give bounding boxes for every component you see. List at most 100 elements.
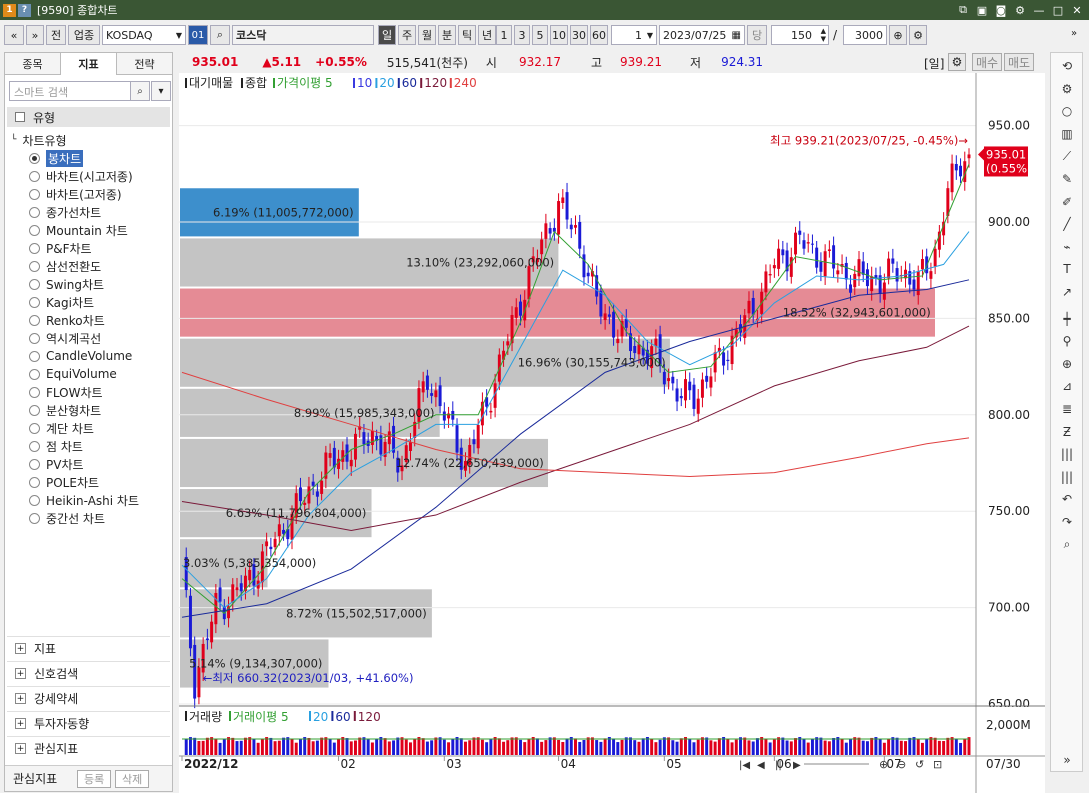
chart-type-11[interactable]: CandleVolume [29, 347, 132, 365]
legend-item-0[interactable]: 대기매물 [189, 76, 233, 90]
chart-type-19[interactable]: Heikin-Ashi 차트 [29, 491, 139, 509]
circle-icon[interactable]: ○ [1056, 102, 1078, 120]
interval-button-10[interactable]: 10 [550, 25, 568, 45]
category-button[interactable]: 업종 [68, 25, 100, 45]
maximize-icon[interactable]: □ [1050, 2, 1066, 18]
price-chart[interactable]: 대기매물 종합 가격이평 5 10 20 60 120 240 5.14% (9,134,307… [179, 73, 1045, 793]
chart-type-10[interactable]: 역시계곡선 [29, 329, 101, 347]
smart-search-input[interactable]: 스마트 검색 [9, 81, 131, 101]
chevron-down-icon[interactable]: ▾ [151, 81, 171, 101]
stock-name-field[interactable]: 코스닥 [232, 25, 374, 45]
gear-icon[interactable]: ⚙ [909, 25, 927, 45]
pen-icon[interactable]: ✎ [1056, 170, 1078, 188]
zoom-icon[interactable]: ⚲ [1056, 332, 1078, 350]
period-button-4[interactable]: 틱 [458, 25, 476, 45]
volume-legend-item-2[interactable]: 20 [313, 710, 328, 724]
footer-group-2[interactable]: + 강세약세 [7, 686, 170, 710]
help-icon[interactable]: ? [18, 3, 31, 17]
fibonacci-icon[interactable]: ≣ [1056, 400, 1078, 418]
prev-button[interactable]: 전 [46, 25, 66, 45]
volume-legend-item-3[interactable]: 60 [335, 710, 350, 724]
reset-icon[interactable]: ↺ [915, 758, 924, 771]
search-icon[interactable]: ⌕ [130, 81, 150, 101]
zoom-out-icon[interactable]: ⊖ [897, 758, 906, 771]
chart-type-14[interactable]: 분산형차트 [29, 401, 101, 419]
interval-button-30[interactable]: 30 [570, 25, 588, 45]
chart-type-18[interactable]: POLE차트 [29, 473, 99, 491]
zoom-add-icon[interactable]: ⊕ [889, 25, 907, 45]
zoom-in-icon[interactable]: ⊕ [879, 758, 888, 771]
volume-legend-item-4[interactable]: 120 [358, 710, 381, 724]
gear-icon[interactable]: ⚙ [1012, 2, 1028, 18]
camera-icon[interactable]: ◙ [993, 2, 1009, 18]
total-field[interactable]: 3000 [843, 25, 887, 45]
tab-stock[interactable]: 종목 [5, 53, 61, 75]
footer-group-0[interactable]: + 지표 [7, 636, 170, 660]
nav-down-button[interactable]: » [26, 25, 44, 45]
volume-legend-item-0[interactable]: 거래량 [189, 710, 222, 724]
refresh-icon[interactable]: ⟲ [1056, 57, 1078, 75]
chart-type-4[interactable]: Mountain 차트 [29, 221, 128, 239]
auto-icon[interactable]: ⌁ [1056, 238, 1078, 256]
count-field[interactable]: 150 ▲ ▼ [771, 25, 829, 45]
chart-type-5[interactable]: P&F차트 [29, 239, 92, 257]
pencil-icon[interactable]: ✐ [1056, 193, 1078, 211]
chart-type-7[interactable]: Swing차트 [29, 275, 104, 293]
search-icon[interactable]: ⌕ [1056, 536, 1078, 554]
bars2-icon[interactable]: ||| [1056, 468, 1078, 486]
market-select[interactable]: KOSDAQ ▼ [102, 25, 186, 45]
footer-group-4[interactable]: + 관심지표 [7, 736, 170, 760]
tab-strategy[interactable]: 전략 [117, 53, 172, 75]
period-button-0[interactable]: 일 [378, 25, 396, 45]
section-type[interactable]: 유형 [7, 107, 170, 127]
volume-legend-item-1[interactable]: 거래이평 5 [233, 710, 289, 724]
gear-icon[interactable]: ⚙ [1056, 80, 1078, 98]
date-field[interactable]: 2023/07/25 ▦ [659, 25, 745, 45]
chart-type-20[interactable]: 중간선 차트 [29, 509, 105, 527]
arrow-icon[interactable]: ↗ [1056, 283, 1078, 301]
interval-button-3[interactable]: 3 [514, 25, 530, 45]
period-button-3[interactable]: 분 [438, 25, 456, 45]
footer-group-3[interactable]: + 투자자동향 [7, 711, 170, 735]
scroll-pause-icon[interactable]: || [775, 760, 782, 771]
period-button-1[interactable]: 주 [398, 25, 416, 45]
measure-icon[interactable]: ⊿ [1056, 377, 1078, 395]
register-button[interactable]: 등록 [77, 769, 112, 788]
buy-button[interactable]: 매수 [972, 53, 1002, 71]
chart-type-3[interactable]: 종가선차트 [29, 203, 101, 221]
close-icon[interactable]: ✕ [1069, 2, 1085, 18]
chart-type-15[interactable]: 계단 차트 [29, 419, 94, 437]
bar-chart-icon[interactable]: ▥ [1056, 125, 1078, 143]
legend-item-7[interactable]: 240 [454, 76, 477, 90]
interval-button-5[interactable]: 5 [532, 25, 548, 45]
trend-line-icon[interactable]: ⟋ [1056, 147, 1078, 165]
legend-item-4[interactable]: 20 [379, 76, 394, 90]
code-field[interactable]: 01 [188, 25, 208, 45]
chart-type-9[interactable]: Renko차트 [29, 311, 105, 329]
legend-item-1[interactable]: 종합 [245, 76, 267, 90]
dang-button[interactable]: 당 [747, 25, 767, 45]
spinner-icon[interactable]: ▲ ▼ [821, 27, 826, 43]
minimize-icon[interactable]: — [1031, 2, 1047, 18]
chart-type-13[interactable]: FLOW차트 [29, 383, 103, 401]
scroll-next-icon[interactable]: ▶ [793, 760, 801, 771]
zoom-in-icon[interactable]: ⊕ [1056, 355, 1078, 373]
chart-type-0[interactable]: 봉차트 [29, 149, 84, 167]
gear-icon[interactable]: ⚙ [948, 53, 966, 71]
save-icon[interactable]: ▣ [974, 2, 990, 18]
legend-item-5[interactable]: 60 [402, 76, 417, 90]
search-icon[interactable]: ⌕ [210, 25, 230, 45]
text-icon[interactable]: T [1056, 260, 1078, 278]
scroll-first-icon[interactable]: |◀ [739, 760, 750, 771]
interval-button-60[interactable]: 60 [590, 25, 608, 45]
legend-item-3[interactable]: 10 [357, 76, 372, 90]
calendar-icon[interactable]: ▦ [732, 30, 741, 41]
footer-group-1[interactable]: + 신호검색 [7, 661, 170, 685]
chart-type-17[interactable]: PV차트 [29, 455, 84, 473]
tab-indicator[interactable]: 지표 [61, 53, 117, 75]
undo-icon[interactable]: ↶ [1056, 490, 1078, 508]
expand-icon[interactable]: » [1071, 28, 1077, 39]
chart-type-8[interactable]: Kagi차트 [29, 293, 94, 311]
bars-icon[interactable]: ||| [1056, 445, 1078, 463]
period-button-2[interactable]: 월 [418, 25, 436, 45]
